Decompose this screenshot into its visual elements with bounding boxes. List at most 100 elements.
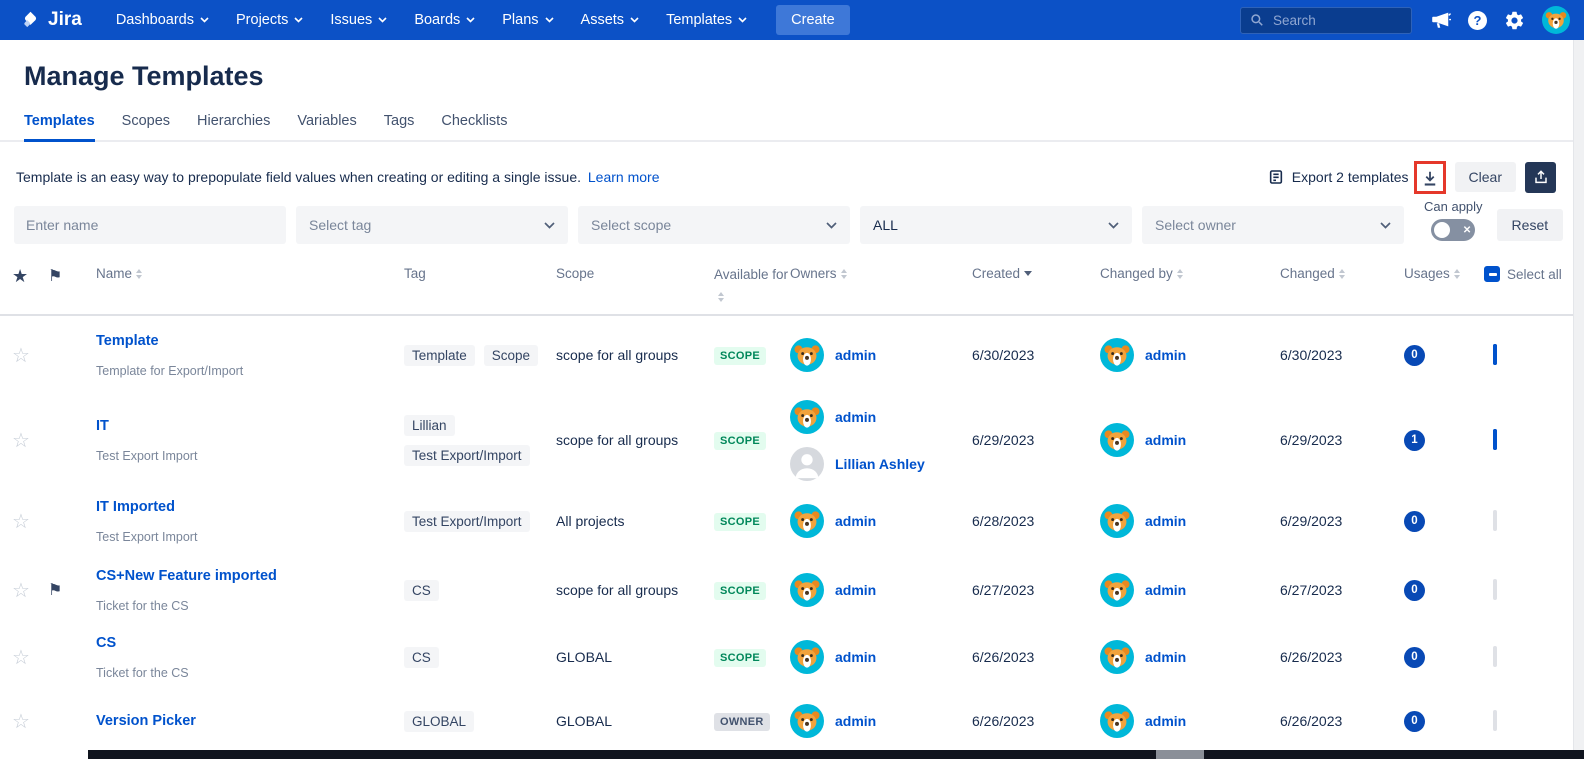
tab-hierarchies[interactable]: Hierarchies	[197, 113, 270, 140]
row-checkbox[interactable]	[1493, 646, 1497, 667]
type-filter-select[interactable]: ALL	[860, 206, 1132, 244]
row-checkbox[interactable]	[1493, 344, 1497, 365]
changed-by-link[interactable]: admin	[1145, 432, 1186, 448]
column-usages[interactable]: Usages	[1404, 266, 1484, 281]
favorite-star-icon[interactable]: ☆	[12, 645, 48, 670]
column-changed-by[interactable]: Changed by	[1100, 266, 1280, 281]
scope-filter-select[interactable]: Select scope	[578, 206, 850, 244]
tag-filter-select[interactable]: Select tag	[296, 206, 568, 244]
top-navbar: Jira Dashboards Projects Issues Boards Plans…	[0, 0, 1584, 40]
owners-cell: admin	[790, 573, 972, 607]
column-created[interactable]: Created	[972, 266, 1100, 281]
column-owners[interactable]: Owners	[790, 266, 972, 281]
owner-filter-value: Select owner	[1155, 217, 1236, 233]
nav-item-assets[interactable]: Assets	[581, 12, 640, 28]
owner-filter-select[interactable]: Select owner	[1142, 206, 1404, 244]
tab-tags[interactable]: Tags	[384, 113, 415, 140]
vertical-scrollbar[interactable]	[1573, 40, 1584, 750]
template-name-link[interactable]: IT Imported	[96, 499, 404, 515]
owner-link[interactable]: admin	[835, 713, 876, 729]
nav-item-plans[interactable]: Plans	[502, 12, 553, 28]
favorite-star-icon[interactable]: ☆	[12, 343, 48, 368]
favorite-column-star-icon[interactable]: ★	[12, 266, 48, 287]
gear-icon[interactable]	[1504, 10, 1525, 31]
megaphone-icon[interactable]	[1429, 9, 1451, 31]
tab-scopes[interactable]: Scopes	[122, 113, 170, 140]
owner-link[interactable]: admin	[835, 582, 876, 598]
document-icon	[1268, 168, 1284, 186]
jira-logo[interactable]: Jira	[20, 9, 82, 31]
usages-badge[interactable]: 0	[1404, 647, 1425, 668]
reset-button[interactable]: Reset	[1497, 209, 1564, 241]
row-checkbox[interactable]	[1493, 710, 1497, 731]
favorite-star-icon[interactable]: ☆	[12, 509, 48, 534]
can-apply-toggle[interactable]: ✕	[1431, 219, 1475, 241]
search-input[interactable]	[1271, 12, 1402, 29]
nav-item-templates[interactable]: Templates	[666, 12, 747, 28]
column-available-for[interactable]: Available for	[714, 266, 790, 302]
usages-badge[interactable]: 0	[1404, 345, 1425, 366]
template-name-link[interactable]: Version Picker	[96, 713, 404, 729]
row-checkbox[interactable]	[1493, 429, 1497, 450]
usages-badge[interactable]: 0	[1404, 511, 1425, 532]
template-name-link[interactable]: CS+New Feature imported	[96, 568, 404, 584]
column-name[interactable]: Name	[96, 266, 404, 281]
chevron-down-icon	[545, 17, 554, 23]
changed-by-cell: admin	[1100, 704, 1280, 738]
changed-by-link[interactable]: admin	[1145, 582, 1186, 598]
template-name-link[interactable]: Template	[96, 333, 404, 349]
tab-variables[interactable]: Variables	[297, 113, 356, 140]
create-button[interactable]: Create	[776, 5, 850, 35]
changed-by-link[interactable]: admin	[1145, 649, 1186, 665]
learn-more-link[interactable]: Learn more	[588, 169, 660, 185]
template-description: Test Export Import	[96, 530, 404, 544]
changed-by-link[interactable]: admin	[1145, 713, 1186, 729]
search-box[interactable]	[1240, 7, 1412, 34]
export-templates-button[interactable]: Export 2 templates	[1268, 168, 1409, 186]
usages-badge[interactable]: 0	[1404, 711, 1425, 732]
owner-link[interactable]: Lillian Ashley	[835, 456, 925, 472]
flag-column-icon[interactable]: ⚑	[48, 266, 96, 286]
favorite-star-icon[interactable]: ☆	[12, 578, 48, 603]
changed-date: 6/26/2023	[1280, 713, 1404, 729]
chevron-down-icon	[630, 17, 639, 23]
tab-checklists[interactable]: Checklists	[441, 113, 507, 140]
flag-icon[interactable]: ⚑	[48, 582, 62, 599]
favorite-star-icon[interactable]: ☆	[12, 709, 48, 734]
scope-value: scope for all groups	[556, 582, 714, 598]
help-icon[interactable]: ?	[1468, 11, 1487, 30]
changed-by-link[interactable]: admin	[1145, 513, 1186, 529]
owner-link[interactable]: admin	[835, 347, 876, 363]
select-all-checkbox[interactable]	[1484, 266, 1500, 282]
tab-templates[interactable]: Templates	[24, 113, 95, 142]
clear-button[interactable]: Clear	[1455, 162, 1516, 192]
nav-item-issues[interactable]: Issues	[330, 12, 387, 28]
owner: admin	[790, 504, 972, 538]
template-name-link[interactable]: IT	[96, 418, 404, 434]
nav-item-dashboards[interactable]: Dashboards	[116, 12, 209, 28]
column-changed[interactable]: Changed	[1280, 266, 1404, 281]
favorite-star-icon[interactable]: ☆	[12, 428, 48, 453]
template-description: Ticket for the CS	[96, 666, 404, 680]
usages-badge[interactable]: 0	[1404, 580, 1425, 601]
table-row: ☆ Template Template for Export/Import Te…	[0, 316, 1584, 394]
changed-by-link[interactable]: admin	[1145, 347, 1186, 363]
changed-date: 6/30/2023	[1280, 347, 1404, 363]
usages-badge[interactable]: 1	[1404, 430, 1425, 451]
template-name-link[interactable]: CS	[96, 635, 404, 651]
download-icon[interactable]	[1421, 168, 1439, 189]
nav-item-projects[interactable]: Projects	[236, 12, 303, 28]
owner-link[interactable]: admin	[835, 409, 876, 425]
owner-link[interactable]: admin	[835, 649, 876, 665]
share-export-button[interactable]	[1525, 162, 1556, 193]
row-checkbox[interactable]	[1493, 579, 1497, 600]
owner-link[interactable]: admin	[835, 513, 876, 529]
tag-list: TemplateScope	[404, 345, 548, 366]
row-checkbox[interactable]	[1493, 510, 1497, 531]
select-all-control: Select all	[1484, 266, 1574, 283]
jira-mark-icon	[20, 10, 41, 31]
user-avatar[interactable]	[1542, 6, 1570, 34]
nav-item-boards[interactable]: Boards	[414, 12, 475, 28]
name-filter-input[interactable]	[14, 206, 286, 244]
changed-by-cell: admin	[1100, 573, 1280, 607]
